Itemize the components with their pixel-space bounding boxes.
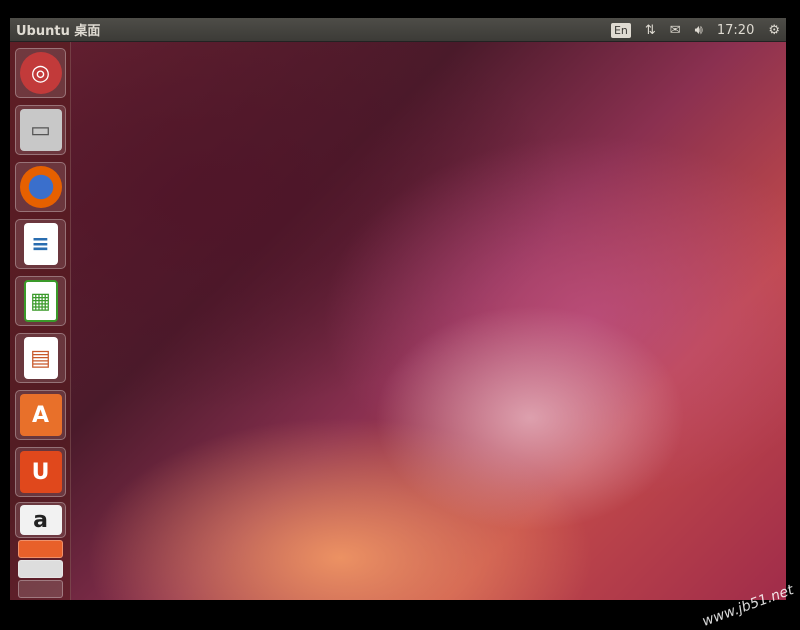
- launcher-files[interactable]: ▭: [15, 105, 66, 155]
- launcher-firefox[interactable]: [15, 162, 66, 212]
- mail-icon[interactable]: ✉: [670, 23, 681, 38]
- launcher-folded-item[interactable]: [18, 560, 63, 578]
- launcher-software-center[interactable]: A: [15, 390, 66, 440]
- ubuntu-one-icon: U: [19, 451, 62, 493]
- window-title: Ubuntu 桌面: [16, 24, 101, 39]
- file-cabinet-icon: ▭: [19, 109, 62, 151]
- indicator-area: En ⇅ ✉ 🔊︎ 17:20 ⚙: [610, 18, 780, 42]
- writer-icon: ≡: [23, 223, 58, 265]
- calc-icon: ▦: [23, 280, 58, 322]
- volume-icon[interactable]: 🔊︎: [695, 23, 703, 38]
- launcher-ubuntu-one[interactable]: U: [15, 447, 66, 497]
- launcher-folded-item[interactable]: [18, 580, 63, 598]
- ubuntu-logo-icon: ◎: [19, 52, 62, 94]
- launcher-folded-item[interactable]: [18, 540, 63, 558]
- impress-icon: ▤: [23, 337, 58, 379]
- keyboard-indicator[interactable]: En: [610, 22, 631, 38]
- firefox-icon: [19, 166, 62, 208]
- clock[interactable]: 17:20: [717, 23, 754, 38]
- software-center-icon: A: [19, 394, 62, 436]
- amazon-icon: a: [19, 505, 62, 535]
- launcher-calc[interactable]: ▦: [15, 276, 66, 326]
- network-icon[interactable]: ⇅: [645, 23, 656, 38]
- launcher: ◎ ▭ ≡ ▦ ▤ A U a: [10, 42, 71, 600]
- launcher-impress[interactable]: ▤: [15, 333, 66, 383]
- launcher-dash-home[interactable]: ◎: [15, 48, 66, 98]
- launcher-writer[interactable]: ≡: [15, 219, 66, 269]
- desktop: Ubuntu 桌面 En ⇅ ✉ 🔊︎ 17:20 ⚙ ◎ ▭ ≡ ▦ ▤ A …: [10, 18, 786, 600]
- top-panel: Ubuntu 桌面 En ⇅ ✉ 🔊︎ 17:20 ⚙: [10, 18, 786, 42]
- launcher-amazon[interactable]: a: [15, 502, 66, 538]
- gear-icon[interactable]: ⚙: [768, 23, 780, 38]
